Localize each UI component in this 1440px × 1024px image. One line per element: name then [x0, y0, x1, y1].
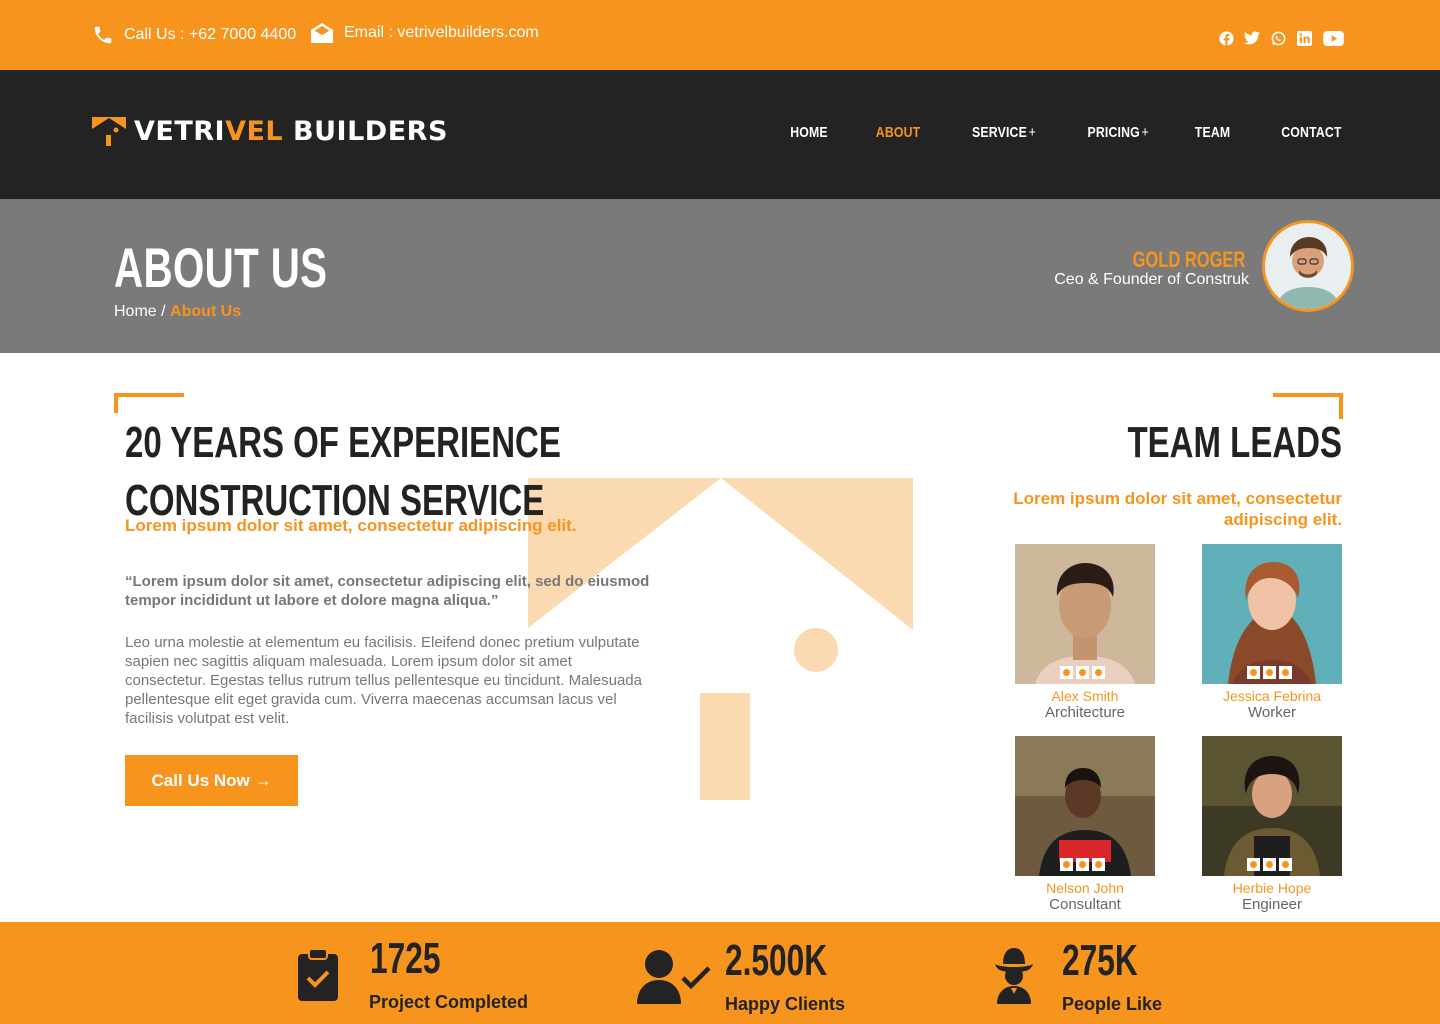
main-header: VETRIVEL BUILDERS HOME ABOUT SERVICE + PR…	[0, 70, 1440, 199]
section-subtitle: Lorem ipsum dolor sit amet, consectetur …	[125, 516, 577, 535]
youtube-icon[interactable]	[1092, 858, 1105, 871]
facebook-icon[interactable]	[1247, 858, 1260, 871]
youtube-icon[interactable]	[1322, 30, 1344, 46]
breadcrumb-home[interactable]: Home	[114, 303, 157, 320]
twitter-icon[interactable]	[1263, 666, 1276, 679]
twitter-icon[interactable]	[1263, 858, 1276, 871]
youtube-icon[interactable]	[1279, 666, 1292, 679]
nav-team[interactable]: TEAM	[1195, 124, 1231, 141]
social-links	[1218, 30, 1344, 46]
member-photo	[1202, 544, 1342, 684]
member-role: Engineer	[1241, 896, 1303, 913]
page-title: ABOUT US	[114, 236, 328, 299]
stat-label: Project Completed	[369, 992, 529, 1012]
nav-service[interactable]: SERVICE +	[972, 124, 1036, 141]
team-title: TEAM LEADS	[1127, 418, 1343, 467]
ceo-name: GOLD ROGER	[1132, 247, 1245, 272]
nav-pricing[interactable]: PRICING +	[1088, 124, 1149, 141]
top-bar: Call Us : +62 7000 4400 Email : vetrivel…	[0, 0, 1440, 70]
nav-contact[interactable]: CONTACT	[1282, 124, 1342, 141]
member-photo	[1015, 736, 1155, 876]
whatsapp-icon[interactable]	[1270, 30, 1286, 46]
nav-about[interactable]: ABOUT	[876, 124, 921, 141]
team-card[interactable]: Alex Smith Architecture	[1015, 544, 1155, 721]
member-name[interactable]: Nelson John	[1015, 880, 1155, 896]
breadcrumb-current: About Us	[170, 303, 242, 320]
ceo-avatar	[1262, 220, 1354, 312]
team-card[interactable]: Nelson John Consultant	[1015, 736, 1155, 913]
stat-value: 2.500K	[725, 936, 828, 985]
brand-logo[interactable]: VETRIVEL BUILDERS	[92, 116, 448, 147]
facebook-icon[interactable]	[1247, 666, 1260, 679]
stat-label: Happy Clients	[725, 994, 846, 1014]
envelope-open-icon	[311, 23, 333, 43]
member-photo	[1202, 736, 1342, 876]
phone-text: Call Us : +62 7000 4400	[124, 26, 297, 43]
member-socials	[1247, 666, 1292, 679]
member-name[interactable]: Alex Smith	[1015, 688, 1155, 704]
brand-name: VETRIVEL BUILDERS	[134, 116, 448, 147]
twitter-icon[interactable]	[1076, 858, 1089, 871]
section-title: 20 YEARS OF EXPERIENCE CONSTRUCTION SERV…	[125, 418, 561, 525]
member-socials	[1247, 858, 1292, 871]
stat-label: People Like	[1062, 994, 1163, 1014]
team-card[interactable]: Jessica Febrina Worker	[1202, 544, 1342, 721]
member-name[interactable]: Herbie Hope	[1202, 880, 1342, 896]
user-check-icon	[637, 950, 711, 1004]
body-paragraph: Leo urna molestie at elementum eu facili…	[125, 634, 642, 727]
email-contact[interactable]: Email : vetrivelbuilders.com	[310, 0, 539, 68]
expand-plus-icon: +	[1141, 124, 1150, 141]
corner-accent	[1273, 393, 1343, 419]
corner-accent	[114, 393, 184, 413]
ceo-role: Ceo & Founder of Construk	[1054, 271, 1249, 288]
house-logo-icon	[92, 116, 126, 146]
facebook-icon[interactable]	[1218, 30, 1234, 46]
twitter-icon[interactable]	[1244, 30, 1260, 46]
team-card[interactable]: Herbie Hope Engineer	[1202, 736, 1342, 913]
facebook-icon[interactable]	[1060, 666, 1073, 679]
youtube-icon[interactable]	[1092, 666, 1105, 679]
facebook-icon[interactable]	[1060, 858, 1073, 871]
member-socials	[1060, 666, 1105, 679]
expand-plus-icon: +	[1028, 124, 1037, 141]
email-text: Email : vetrivelbuilders.com	[344, 24, 539, 41]
youtube-icon[interactable]	[1279, 858, 1292, 871]
member-name[interactable]: Jessica Febrina	[1202, 688, 1342, 704]
phone-contact[interactable]: Call Us : +62 7000 4400	[92, 0, 296, 70]
breadcrumb: Home / About Us	[114, 303, 242, 320]
main-nav: HOME ABOUT SERVICE + PRICING + TEAM CONTAC…	[744, 124, 1342, 141]
linkedin-icon[interactable]	[1296, 30, 1312, 46]
stats-bar: 1725 Project Completed 2.500K Happy Clie…	[0, 922, 1440, 1024]
quote-text: “Lorem ipsum dolor sit amet, consectetur…	[125, 573, 650, 609]
team-subtitle: Lorem ipsum dolor sit amet, consectetur …	[1013, 489, 1342, 529]
call-us-button[interactable]: Call Us Now →	[125, 755, 298, 806]
clipboard-check-icon	[298, 948, 338, 1001]
twitter-icon[interactable]	[1076, 666, 1089, 679]
stat-value: 275K	[1062, 936, 1138, 985]
cowboy-icon	[995, 948, 1033, 1004]
member-role: Consultant	[1049, 896, 1121, 913]
member-role: Architecture	[1044, 704, 1126, 721]
member-socials	[1060, 858, 1105, 871]
nav-home[interactable]: HOME	[790, 124, 828, 141]
phone-icon	[94, 26, 112, 44]
stat-value: 1725	[370, 934, 441, 983]
member-role: Worker	[1247, 704, 1297, 721]
page-hero: ABOUT US Home / About Us GOLD ROGER Ceo …	[0, 199, 1440, 353]
member-photo	[1015, 544, 1155, 684]
